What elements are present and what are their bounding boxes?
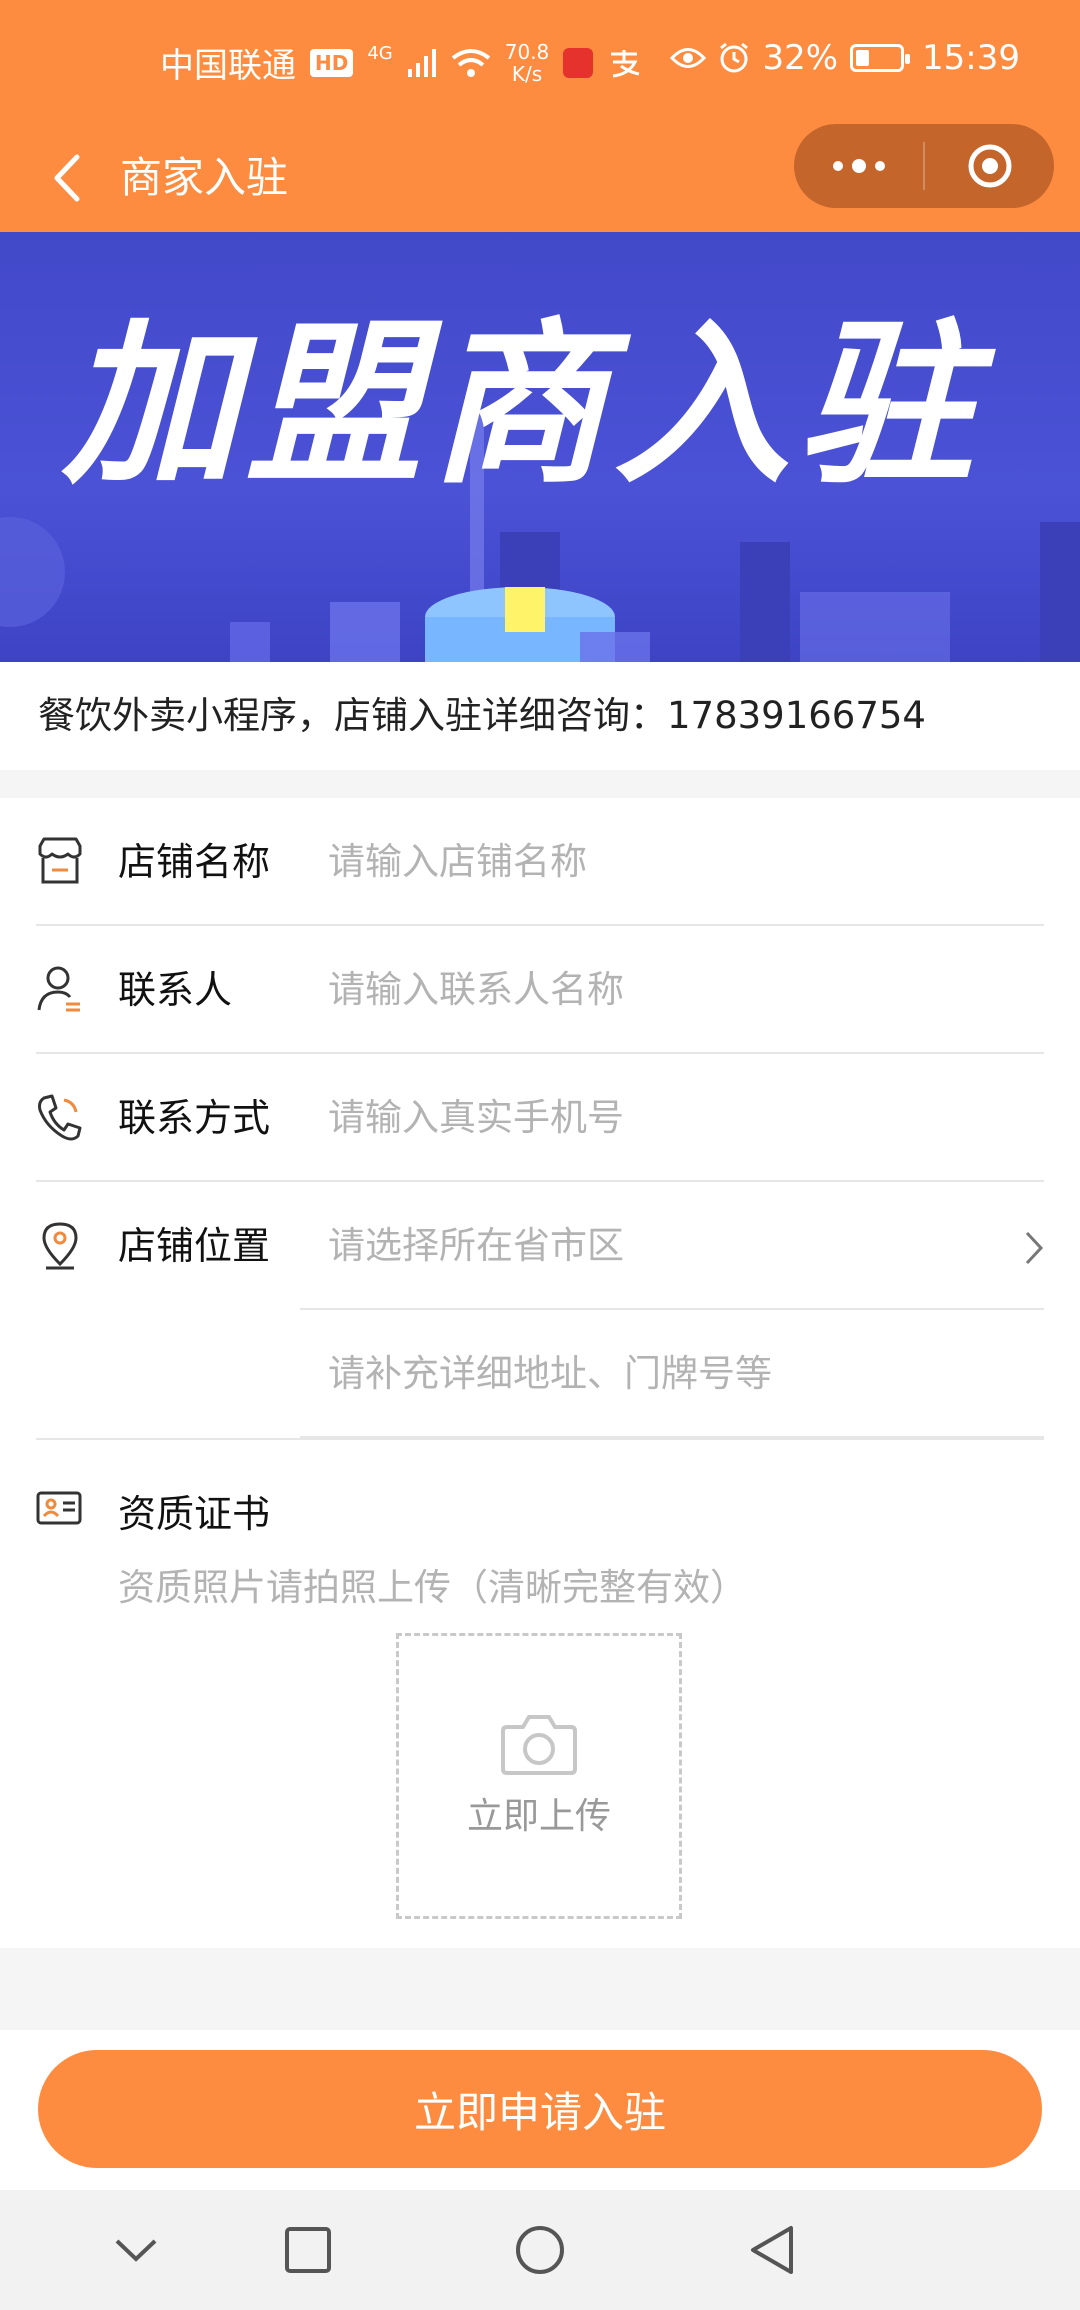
location-label: 店铺位置 (118, 1224, 271, 1268)
consult-info: 餐饮外卖小程序，店铺入驻详细咨询：17839166754 (0, 662, 1080, 770)
chevron-down-icon (115, 2239, 157, 2262)
status-right: 32% 15:39 (670, 38, 1020, 78)
battery-icon (850, 44, 911, 72)
store-name-row: 店铺名称 请输入店铺名称 (36, 798, 1044, 926)
chevron-right-icon (1025, 1231, 1044, 1265)
hd-badge: HD (310, 48, 354, 77)
submit-area: 立即申请入驻 (0, 2030, 1080, 2190)
upload-photo-button[interactable]: 立即上传 (396, 1633, 682, 1919)
camera-icon (501, 1715, 577, 1775)
back-button[interactable] (36, 142, 96, 214)
network-type: 4G (367, 43, 393, 64)
contact-input[interactable]: 请输入联系人名称 (328, 926, 1008, 1054)
contact-label: 联系人 (118, 968, 233, 1012)
eye-icon (670, 48, 707, 68)
recents-button[interactable] (276, 2218, 340, 2282)
phone-icon (38, 1094, 82, 1141)
upload-label: 立即上传 (466, 1796, 611, 1837)
collapse-button[interactable] (104, 2218, 168, 2282)
phone-label: 联系方式 (118, 1096, 271, 1140)
id-card-icon (36, 1491, 82, 1525)
net-speed-value: 70.8 (504, 39, 550, 64)
net-speed: 70.8 K/s (505, 41, 550, 85)
triangle-back-icon (751, 2226, 793, 2274)
circle-icon (516, 2226, 564, 2274)
notification-app-icon (563, 47, 594, 78)
system-back-button[interactable] (740, 2218, 804, 2282)
more-dots-icon (832, 159, 885, 173)
nav-bar: 商家入驻 (0, 124, 1080, 232)
phone-input[interactable]: 请输入真实手机号 (328, 1054, 1008, 1182)
status-bar: 中国联通 HD 4G 70.8 K/s 32% 15:39 (0, 0, 1080, 124)
alarm-icon (720, 42, 749, 73)
location-pin-icon (42, 1222, 78, 1270)
status-left: 中国联通 HD 4G 70.8 K/s (160, 38, 641, 87)
more-button[interactable] (794, 124, 923, 208)
certificate-hint: 资质照片请拍照上传（清晰完整有效） (118, 1566, 747, 1609)
miniprogram-capsule (794, 124, 1054, 208)
net-speed-unit: K/s (511, 61, 543, 86)
chevron-left-icon (54, 154, 80, 202)
close-miniprogram-button[interactable] (925, 124, 1054, 208)
location-row[interactable]: 店铺位置 请选择所在省市区 (36, 1182, 1044, 1310)
battery-fill (856, 50, 870, 66)
page-title: 商家入驻 (120, 153, 289, 202)
store-name-label: 店铺名称 (118, 840, 271, 884)
store-icon (38, 837, 82, 884)
merchant-form: 店铺名称 请输入店铺名称 联系人 请输入联系人名称 联系方式 请输入真实手机号 … (0, 798, 1080, 1948)
target-icon (968, 144, 1011, 188)
submit-button[interactable]: 立即申请入驻 (38, 2050, 1042, 2168)
system-nav-bar (0, 2190, 1080, 2310)
store-name-input[interactable]: 请输入店铺名称 (328, 798, 1008, 926)
banner-title: 加盟商入驻 (62, 303, 983, 508)
home-button[interactable] (508, 2218, 572, 2282)
contact-row: 联系人 请输入联系人名称 (36, 926, 1044, 1054)
person-icon (37, 966, 80, 1012)
certificate-label: 资质证书 (118, 1492, 271, 1536)
alipay-icon (611, 49, 640, 77)
carrier-text: 中国联通 (160, 46, 296, 86)
wifi-icon (451, 48, 490, 77)
banner: 加盟商入驻 (0, 232, 1080, 662)
address-input[interactable]: 请补充详细地址、门牌号等 (328, 1310, 772, 1438)
signal-icon (407, 48, 436, 77)
battery-percent: 32% (762, 38, 839, 78)
clock: 15:39 (922, 38, 1020, 78)
phone-row: 联系方式 请输入真实手机号 (36, 1054, 1044, 1182)
location-picker[interactable]: 请选择所在省市区 (328, 1182, 1008, 1310)
square-icon (285, 2227, 331, 2273)
address-row: 请补充详细地址、门牌号等 (300, 1310, 1044, 1438)
address-divider (36, 1438, 1044, 1440)
